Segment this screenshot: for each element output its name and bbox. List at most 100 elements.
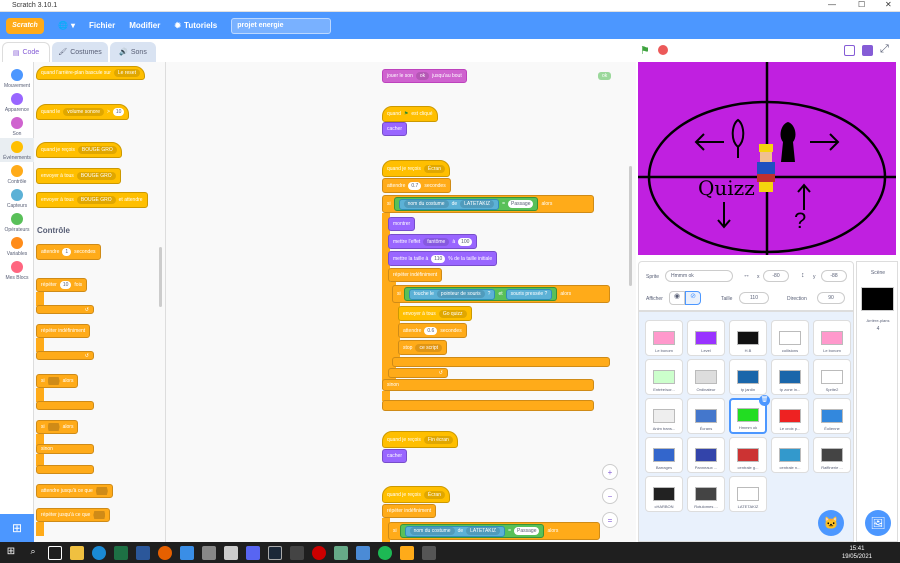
spotify-icon[interactable] (378, 545, 392, 560)
palette-repeat-block[interactable]: répéter 10 fois (36, 278, 88, 292)
size-input[interactable]: 110 (739, 292, 769, 304)
if-block-inner[interactable]: si touche le pointeur de souris? et souri… (392, 285, 610, 303)
palette-forever-block[interactable]: répéter indéfiniment (36, 324, 91, 338)
stage-sprite-character[interactable] (756, 144, 776, 196)
category-9[interactable]: Mes Blocs (0, 258, 34, 282)
scratch-logo[interactable]: Scratch (6, 17, 44, 34)
block-input[interactable]: Passage (514, 527, 540, 535)
block-dropdown[interactable]: ok (415, 72, 430, 80)
block-dropdown[interactable]: LATETAKIZ (460, 200, 495, 208)
block-dropdown[interactable]: Le reset (113, 69, 140, 77)
set-effect-block[interactable]: mettre l'effet fantôme à 100 (388, 234, 478, 249)
block-dropdown[interactable]: nom du costume (409, 527, 455, 535)
palette-if-else-block[interactable]: si​alors (36, 420, 79, 434)
sprite-tile[interactable]: Éolienne (813, 398, 851, 434)
if-block-2[interactable]: si nom du costume de LATETAKIZ = Passage al… (388, 522, 600, 540)
tab-sounds[interactable]: 🔊 Sons (110, 42, 156, 62)
large-stage-button[interactable] (862, 45, 873, 56)
hide-block[interactable]: cacher (382, 122, 408, 136)
sprite-tile[interactable]: Écrans (687, 398, 725, 434)
palette-wait-block[interactable]: attendre 1 secondes (36, 244, 101, 260)
block-input[interactable]: Passage (508, 200, 534, 208)
sprite-tile[interactable]: Hmmm ok 🗑 (729, 395, 770, 434)
when-flag-clicked-block[interactable]: quand ⚑ est cliqué (382, 106, 438, 122)
category-5[interactable]: Contrôle (0, 162, 34, 186)
equals-operator-2[interactable]: nom du costume de LATETAKIZ = Passage (399, 524, 545, 538)
file-explorer-icon[interactable] (70, 545, 84, 560)
touching-sensing[interactable]: touche le pointeur de souris? (408, 288, 496, 300)
sprite-tile[interactable]: Level (687, 320, 725, 356)
palette-broadcast-wait-block[interactable]: envoyer à tous BOUGE GRO et attendre (36, 192, 148, 208)
category-1[interactable]: Mouvement (0, 66, 34, 90)
tab-code[interactable]: ▤ Code (2, 42, 50, 62)
green-flag-button[interactable]: ⚑ (640, 44, 652, 57)
media-icon[interactable] (290, 545, 304, 560)
block-dropdown[interactable]: BOUGE GRO (76, 196, 116, 204)
firefox-icon[interactable] (158, 545, 172, 560)
fullscreen-icon[interactable]: ⤢ (880, 43, 889, 56)
wait-block[interactable]: attendre 0.7 secondes (382, 178, 451, 193)
search-icon[interactable]: ⌕ (26, 546, 40, 560)
discord-icon[interactable] (246, 545, 260, 560)
sprite-tile[interactable]: Le bonom (813, 320, 851, 356)
sprite-tile[interactable]: Le croix p... (771, 398, 809, 434)
small-stage-button[interactable] (844, 45, 855, 56)
category-6[interactable]: Capteurs (0, 186, 34, 210)
language-menu[interactable]: 🌐 ▾ (58, 21, 75, 30)
steam-icon[interactable] (268, 545, 282, 560)
add-extension-button[interactable]: ⊞ (0, 514, 34, 542)
block-dropdown[interactable]: Écran (423, 490, 445, 499)
palette-repeat-until-block[interactable]: répéter jusqu'à ce que​ (36, 508, 111, 522)
tab-costumes[interactable]: 🖌 Costumes (52, 42, 108, 62)
palette-wait-until-block[interactable]: attendre jusqu'à ce que​ (36, 484, 113, 498)
palette-scrollbar[interactable] (159, 247, 162, 307)
store-icon[interactable] (202, 545, 216, 560)
sprite-tile[interactable]: Le bonom (645, 320, 683, 356)
windows-start-icon[interactable]: ⊞ (4, 546, 18, 560)
when-i-receive-block[interactable]: quand je reçois Écran (382, 160, 450, 177)
condition-slot[interactable]: ​ (93, 511, 106, 519)
stage-thumbnail[interactable] (861, 287, 894, 311)
stop-button[interactable] (658, 45, 668, 55)
word-icon[interactable] (136, 545, 150, 560)
block-input[interactable]: 1 (62, 248, 72, 256)
forever-block[interactable]: répéter indéfiniment (388, 268, 443, 282)
y-input[interactable]: -88 (821, 270, 847, 282)
sprite-tile[interactable]: tp jardin (729, 359, 767, 395)
zoom-reset-button[interactable]: = (602, 512, 618, 528)
show-block[interactable]: montrer (388, 217, 416, 231)
sprite-tile[interactable]: Ordinateur (687, 359, 725, 395)
project-title-input[interactable]: projet energie (231, 17, 332, 34)
sprite-tile[interactable]: Rotulomes ... (687, 476, 725, 512)
zoom-in-button[interactable]: + (602, 464, 618, 480)
block-dropdown[interactable]: ce script (415, 343, 443, 352)
block-dropdown[interactable]: BOUGE GRO (76, 172, 116, 180)
block-input[interactable]: 0.7 (408, 181, 422, 190)
opera-icon[interactable] (312, 545, 326, 560)
when-i-receive-block-3[interactable]: quand je reçois Écran (382, 486, 450, 503)
when-i-receive-block-2[interactable]: quand je reçois Fin écran (382, 431, 458, 448)
photos-icon[interactable] (180, 545, 194, 560)
block-dropdown[interactable]: fantôme (423, 237, 450, 246)
zoom-out-button[interactable]: − (602, 488, 618, 504)
script-scrollbar[interactable] (629, 166, 632, 286)
block-dropdown[interactable]: BOUGE GRO (77, 146, 117, 154)
scratch-taskbar-icon[interactable] (400, 545, 414, 560)
block-dropdown[interactable]: pointeur de souris (436, 290, 485, 298)
broadcast-block[interactable]: envoyer à tous Go quizz (398, 306, 472, 321)
mouse-down-sensing[interactable]: souris pressée ? (505, 288, 553, 300)
block-input[interactable]: 0.6 (424, 326, 438, 335)
wait-block-inner[interactable]: attendre 0.6 secondes (398, 323, 467, 338)
minimize-button[interactable]: — (828, 0, 836, 9)
forever-block-2[interactable]: répéter indéfiniment (382, 504, 437, 518)
and-operator[interactable]: touche le pointeur de souris? et souris p… (403, 287, 558, 301)
hide-sprite-button[interactable]: ⊘ (685, 291, 701, 305)
x-input[interactable]: -80 (763, 270, 789, 282)
maximize-button[interactable]: ☐ (858, 0, 865, 9)
if-block[interactable]: si nom du costume de LATETAKIZ = Passage al… (382, 195, 594, 213)
palette-when-volume-block[interactable]: quand le volume sonore >10 (36, 104, 130, 120)
block-input[interactable]: 100 (458, 237, 473, 246)
excel-icon[interactable] (114, 545, 128, 560)
costume-name-sensing-2[interactable]: nom du costume de LATETAKIZ (404, 525, 506, 537)
sprite-tile[interactable]: Barrages (645, 437, 683, 473)
